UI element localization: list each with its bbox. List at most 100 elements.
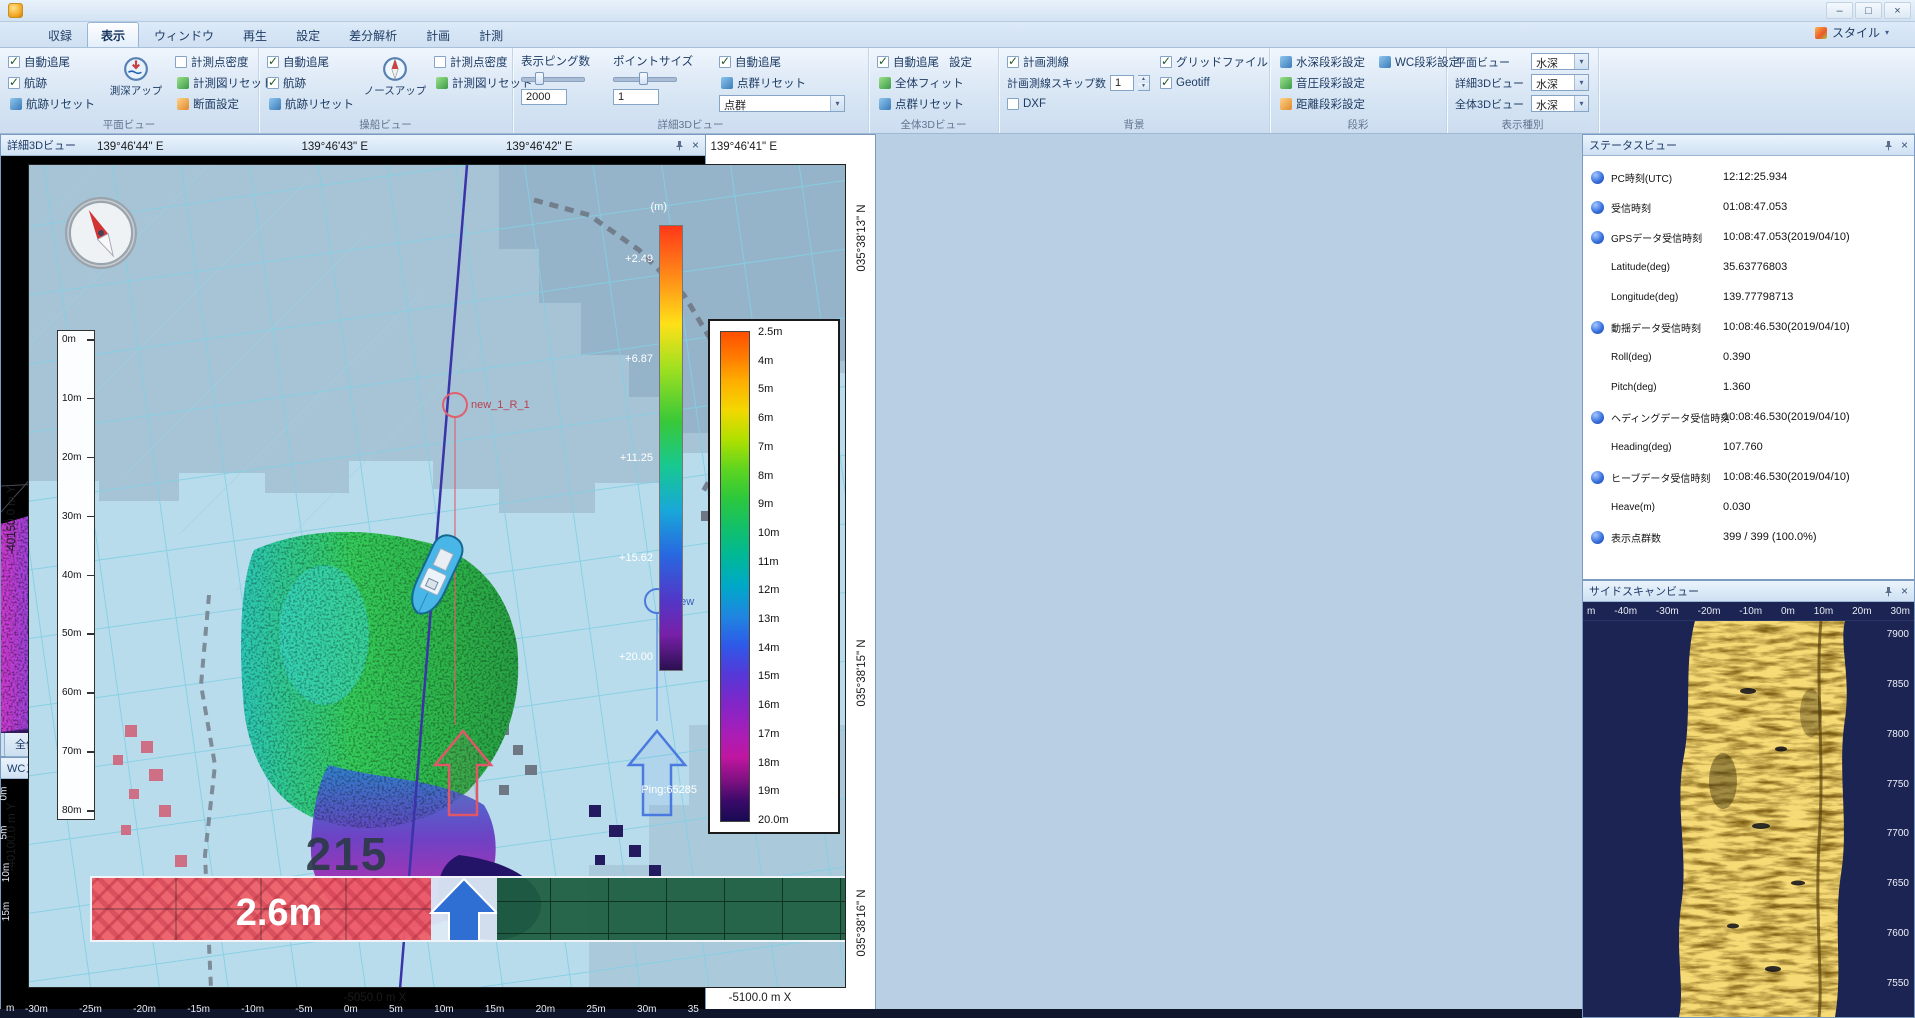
geotiff-checkbox[interactable]: Geotiff	[1160, 74, 1268, 91]
scale-tick: 7m	[758, 442, 834, 453]
chevron-down-icon: ▾	[1574, 96, 1588, 111]
amplitude-shading-button[interactable]: 音圧段彩設定	[1278, 74, 1367, 91]
wc-x-tick: 0m	[344, 1004, 358, 1015]
minimize-button[interactable]: –	[1826, 2, 1853, 19]
close-button[interactable]: ×	[1884, 2, 1911, 19]
status-row: 表示点群数 399 / 399 (100.0%)	[1583, 522, 1914, 552]
dropdown-value: 水深	[1532, 96, 1574, 111]
status-row: Longitude(deg) 139.77798713	[1583, 282, 1914, 312]
ship-wake-reset-button[interactable]: 航跡リセット	[267, 95, 356, 112]
wc-x-tick: -15m	[187, 1004, 210, 1015]
detail3d-cloud-reset-button[interactable]: 点群リセット	[719, 74, 849, 91]
status-value: 139.77798713	[1723, 291, 1793, 303]
whole3d-settings-button[interactable]: 設定	[947, 53, 974, 70]
group-label: 全体3Dビュー	[869, 117, 998, 132]
checkbox	[267, 56, 279, 68]
dxf-checkbox[interactable]: DXF	[1007, 95, 1150, 112]
close-icon[interactable]: ×	[1901, 585, 1908, 597]
spinner[interactable]: ▲▼	[1138, 75, 1150, 91]
ping-count-input[interactable]: 2000	[521, 89, 567, 105]
plan-line-skip-label: 計画測線スキップ数	[1007, 75, 1106, 90]
slider-handle[interactable]	[639, 72, 648, 85]
status-label: Heave(m)	[1611, 502, 1655, 513]
status-led-icon	[1591, 471, 1604, 484]
ribbon-tab[interactable]: ウィンドウ	[140, 22, 228, 47]
depth-up-button[interactable]: 測深アップ	[107, 53, 165, 98]
sidescan-x-tick: -40m	[1614, 606, 1637, 617]
scale-tick: 11m	[758, 557, 834, 568]
y-axis-label: -40150.0 m Y	[6, 478, 18, 562]
plan-wake-checkbox[interactable]: 航跡	[8, 74, 97, 91]
ruler-tick: 20m	[58, 452, 94, 463]
ribbon-tab[interactable]: 再生	[229, 22, 281, 47]
detail3d-auto-track-checkbox[interactable]: 自動追尾	[719, 53, 849, 70]
north-up-icon	[382, 56, 408, 82]
status-value: 10:08:46.530(2019/04/10)	[1723, 471, 1850, 483]
longitude-label: 139°46'43" E	[301, 141, 368, 153]
checkbox	[877, 56, 889, 68]
slider-handle[interactable]	[535, 72, 544, 85]
ribbon-tab[interactable]: 設定	[282, 22, 334, 47]
sidescan-y-tick: 7650	[1887, 878, 1909, 889]
status-value: 399 / 399 (100.0%)	[1723, 531, 1817, 543]
grid-file-checkbox[interactable]: グリッドファイル	[1160, 53, 1268, 70]
plan-line-skip-input[interactable]: 1	[1110, 75, 1134, 91]
reset-icon	[10, 98, 22, 110]
group-label: 平面ビュー	[0, 117, 258, 132]
ribbon-tab[interactable]: 計画	[412, 22, 464, 47]
whole3d-type-dropdown[interactable]: 水深 ▾	[1531, 95, 1589, 112]
scale-tick: 14m	[758, 643, 834, 654]
ship-auto-track-checkbox[interactable]: 自動追尾	[267, 53, 356, 70]
status-row: Pitch(deg) 1.360	[1583, 372, 1914, 402]
status-label: ヘディングデータ受信時刻	[1611, 410, 1729, 425]
sidescan-y-tick: 7750	[1887, 779, 1909, 790]
pin-icon[interactable]	[1883, 586, 1894, 597]
depth-shading-button[interactable]: 水深段彩設定	[1278, 53, 1367, 70]
ship-wake-checkbox[interactable]: 航跡	[267, 74, 356, 91]
ribbon-group-background: 計画測線 計画測線スキップ数 1 ▲▼ DXF グリッドファ	[999, 48, 1270, 133]
whole3d-fit-button[interactable]: 全体フィット	[877, 74, 974, 91]
scale-tick: 2.5m	[758, 327, 834, 338]
ping-count-slider[interactable]	[521, 72, 585, 85]
status-label: 動揺データ受信時刻	[1611, 320, 1701, 335]
plan-view-type-dropdown[interactable]: 水深 ▾	[1531, 53, 1589, 70]
ribbon-tab[interactable]: 表示	[87, 22, 139, 47]
plan-wake-reset-button[interactable]: 航跡リセット	[8, 95, 97, 112]
panel-title: ステータスビュー	[1589, 137, 1677, 153]
panel-header: ステータスビュー ×	[1583, 135, 1914, 156]
point-size-input[interactable]: 1	[613, 89, 659, 105]
ship-handling-map-panel: 139°46'44" E139°46'43" E139°46'42" E139°…	[0, 134, 876, 1018]
x-axis-label: -5050.0 m X	[295, 992, 455, 1004]
detail3d-type-dropdown[interactable]: 水深 ▾	[1531, 74, 1589, 91]
ribbon-tab[interactable]: 収録	[34, 22, 86, 47]
style-menu[interactable]: スタイル ▾	[1815, 22, 1903, 48]
range-shading-button[interactable]: 距離段彩設定	[1278, 95, 1367, 112]
plan-auto-track-checkbox[interactable]: 自動追尾	[8, 53, 97, 70]
spin-down-icon[interactable]: ▼	[1138, 83, 1149, 90]
scale-tick: 15m	[758, 671, 834, 682]
wc-x-tick: -25m	[79, 1004, 102, 1015]
status-row: PC時刻(UTC) 12:12:25.934	[1583, 162, 1914, 192]
maximize-button[interactable]: □	[1855, 2, 1882, 19]
checkbox-label: 計測点密度	[191, 54, 249, 70]
close-icon[interactable]: ×	[1901, 139, 1908, 151]
whole3d-cloud-reset-button[interactable]: 点群リセット	[877, 95, 974, 112]
cloud-type-dropdown[interactable]: 点群 ▾	[719, 95, 845, 112]
pin-icon[interactable]	[1883, 140, 1894, 151]
sidescan-x-tick: m	[1587, 606, 1595, 617]
compass-rose	[68, 200, 134, 266]
whole3d-auto-track-checkbox[interactable]: 自動追尾	[877, 53, 939, 70]
point-size-slider[interactable]	[613, 72, 677, 85]
north-up-button[interactable]: ノースアップ	[366, 53, 424, 98]
sidescan-x-tick: 0m	[1781, 606, 1795, 617]
display-type-row-label: 詳細3Dビュー	[1455, 75, 1527, 90]
sidescan-waterfall-canvas[interactable]	[1583, 621, 1914, 1017]
ribbon-tab[interactable]: 計測	[465, 22, 517, 47]
ribbon-tab[interactable]: 差分解析	[335, 22, 411, 47]
plan-line-checkbox[interactable]: 計画測線	[1007, 53, 1150, 70]
depth-color-scale: 2.5m4m5m6m7m8m9m10m11m12m13m14m15m16m17m…	[708, 319, 840, 834]
status-row: Heading(deg) 107.760	[1583, 432, 1914, 462]
checkbox	[1007, 56, 1019, 68]
spin-up-icon[interactable]: ▲	[1138, 76, 1149, 83]
button-label: 音圧段彩設定	[1296, 75, 1365, 91]
